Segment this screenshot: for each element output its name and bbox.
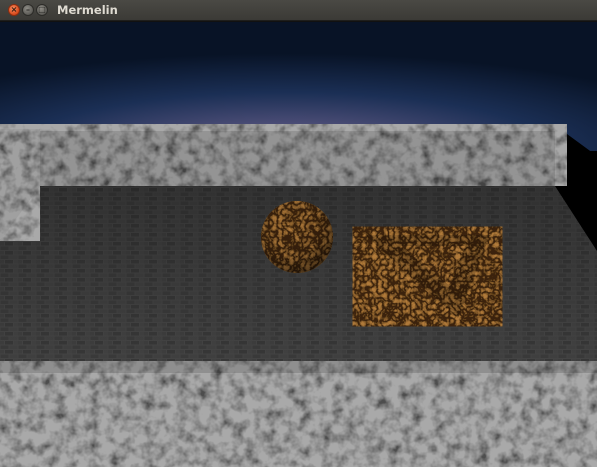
title-bar[interactable]: × – □ Mermelin <box>0 0 597 21</box>
front-wall <box>0 361 597 467</box>
minimize-button[interactable]: – <box>22 4 34 16</box>
game-viewport[interactable] <box>0 21 597 467</box>
close-icon: × <box>10 5 18 14</box>
close-button[interactable]: × <box>8 4 20 16</box>
window-title: Mermelin <box>57 3 118 17</box>
minimize-icon: – <box>26 5 30 14</box>
scene-canvas[interactable] <box>0 21 597 467</box>
back-wall <box>0 124 567 186</box>
viewport-border <box>0 21 597 22</box>
maximize-button[interactable]: □ <box>36 4 48 16</box>
maximize-icon: □ <box>38 5 46 14</box>
app-window: × – □ Mermelin <box>0 0 597 467</box>
